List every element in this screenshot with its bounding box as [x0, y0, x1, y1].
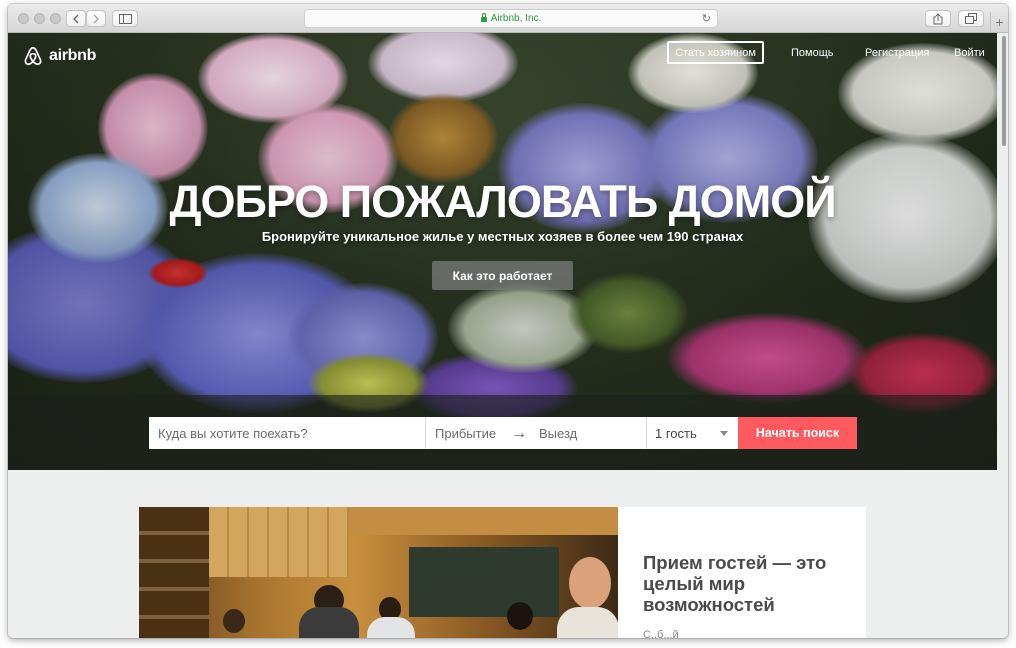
hosting-heading: Прием гостей — это целый мир возможносте… [643, 552, 827, 615]
zoom-window-button[interactable] [50, 13, 61, 24]
minimize-window-button[interactable] [34, 13, 45, 24]
hero-section: airbnb Стать хозяином Помощь Регистрация… [8, 33, 997, 470]
checkin-input[interactable]: Прибытие [435, 426, 496, 441]
hosting-promo-card: Прием гостей — это целый мир возможносте… [139, 507, 866, 638]
guests-value: 1 гость [655, 425, 697, 441]
checkout-input[interactable]: Выезд [539, 426, 577, 441]
hosting-text: С..б...й [643, 629, 679, 638]
hero-title: ДОБРО ПОЖАЛОВАТЬ ДОМОЙ [169, 176, 836, 227]
address-text: Airbnb, Inc. [490, 13, 542, 24]
share-button[interactable] [925, 10, 951, 27]
back-icon [73, 14, 79, 23]
reload-icon[interactable]: ↻ [702, 12, 711, 25]
sidebar-button[interactable] [112, 10, 138, 27]
signup-link[interactable]: Регистрация [865, 47, 929, 59]
tabs-icon [965, 13, 977, 24]
how-it-works-button[interactable]: Как это работает [432, 261, 573, 290]
close-window-button[interactable] [18, 13, 29, 24]
lock-icon [480, 13, 487, 22]
page-scrollbar[interactable] [1002, 36, 1006, 146]
share-icon [933, 12, 943, 24]
browser-window: Airbnb, Inc. ↻ + airbnb Стать хозяином П… [8, 4, 1008, 638]
become-host-button[interactable]: Стать хозяином [667, 41, 764, 64]
chevron-down-icon [720, 431, 728, 436]
hero-subtitle: Бронируйте уникальное жилье у местных хо… [261, 229, 744, 244]
date-range-field: Прибытие → Выезд [426, 417, 647, 449]
help-link[interactable]: Помощь [791, 47, 834, 59]
address-bar[interactable]: Airbnb, Inc. ↻ [304, 9, 718, 28]
hosting-photo [139, 507, 618, 638]
airbnb-logo-icon [24, 46, 42, 66]
destination-input[interactable]: Куда вы хотите поехать? [149, 417, 426, 449]
airbnb-logo[interactable]: airbnb [22, 45, 96, 67]
forward-button[interactable] [86, 10, 106, 27]
sidebar-icon [118, 13, 132, 24]
logo-text: airbnb [49, 47, 97, 64]
tabs-button[interactable] [958, 10, 984, 27]
login-link[interactable]: Войти [954, 47, 985, 59]
guests-select[interactable]: 1 гость [647, 417, 738, 449]
browser-toolbar: Airbnb, Inc. ↻ + [8, 4, 1008, 33]
arrow-right-icon: → [511, 425, 527, 442]
back-button[interactable] [66, 10, 86, 27]
new-tab-icon[interactable]: + [990, 12, 1008, 33]
search-button[interactable]: Начать поиск [738, 417, 857, 449]
page-viewport: airbnb Стать хозяином Помощь Регистрация… [8, 33, 1008, 638]
forward-icon [93, 14, 99, 23]
destination-placeholder: Куда вы хотите поехать? [158, 425, 308, 441]
